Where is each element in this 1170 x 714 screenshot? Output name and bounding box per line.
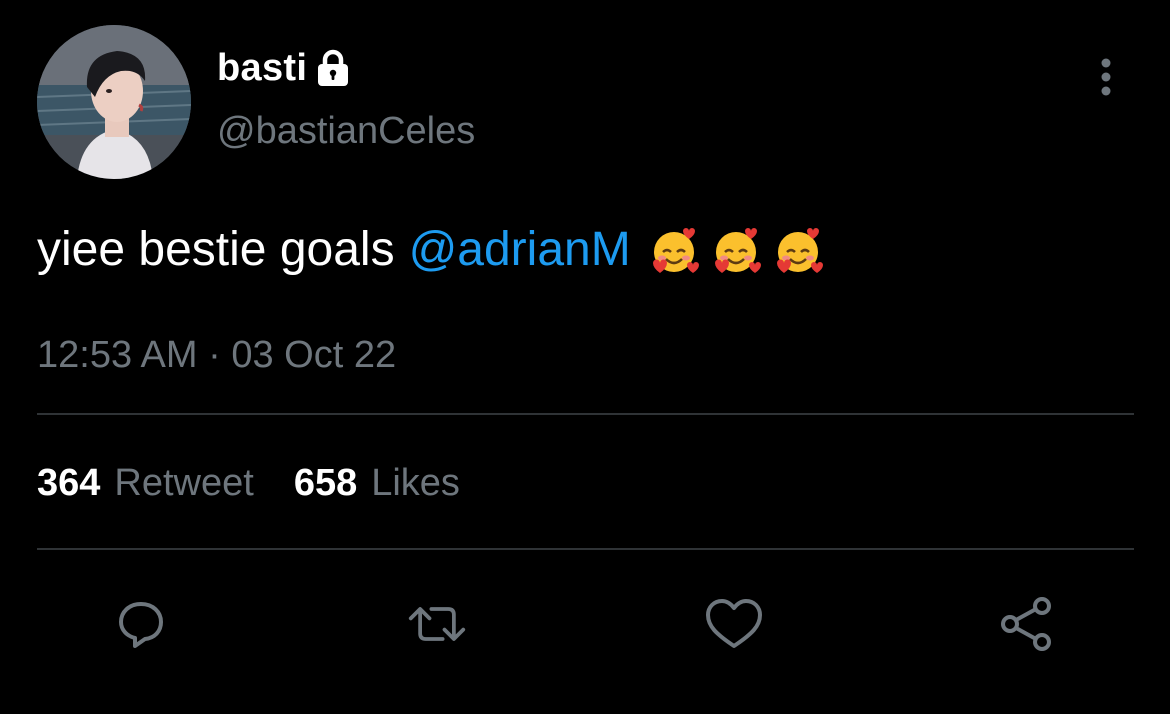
likes-stat[interactable]: 658 Likes xyxy=(294,462,460,505)
smiling-face-with-hearts-icon xyxy=(652,227,699,273)
likes-label: Likes xyxy=(371,462,460,504)
reply-icon xyxy=(119,602,163,648)
avatar[interactable] xyxy=(37,25,191,179)
retweet-icon xyxy=(408,607,466,641)
tweet-card: basti @bastianCeles yiee bestie goals @a… xyxy=(0,0,1170,714)
display-name[interactable]: basti xyxy=(217,44,351,92)
share-button[interactable] xyxy=(998,594,1058,654)
handle[interactable]: @bastianCeles xyxy=(217,110,475,153)
share-icon xyxy=(1001,597,1051,651)
smiling-face-with-hearts-icon xyxy=(714,227,761,273)
likes-count: 658 xyxy=(293,462,358,504)
retweet-button[interactable] xyxy=(407,594,467,654)
more-vertical-icon xyxy=(1101,58,1111,96)
retweets-stat[interactable]: 364 Retweet xyxy=(37,462,254,505)
divider xyxy=(37,548,1134,550)
display-name-text: basti xyxy=(217,46,308,89)
lock-icon xyxy=(318,49,349,86)
mention-link[interactable]: @adrianM xyxy=(409,222,631,277)
retweets-label: Retweet xyxy=(114,462,254,504)
smiling-face-with-hearts-icon xyxy=(776,227,823,273)
like-icon xyxy=(706,599,762,648)
more-options-button[interactable] xyxy=(1086,52,1126,100)
retweets-count: 364 xyxy=(37,462,101,504)
tweet-timestamp[interactable]: 12:53 AM · 03 Oct 22 xyxy=(37,334,396,377)
tweet-stats: 364 Retweet 658 Likes xyxy=(37,462,460,505)
divider xyxy=(37,413,1134,415)
reply-button[interactable] xyxy=(111,594,171,654)
avatar-photo xyxy=(37,25,191,179)
like-button[interactable] xyxy=(704,594,764,654)
tweet-body: yiee bestie goals xyxy=(37,223,395,276)
tweet-text: yiee bestie goals @adrianM xyxy=(37,222,823,277)
